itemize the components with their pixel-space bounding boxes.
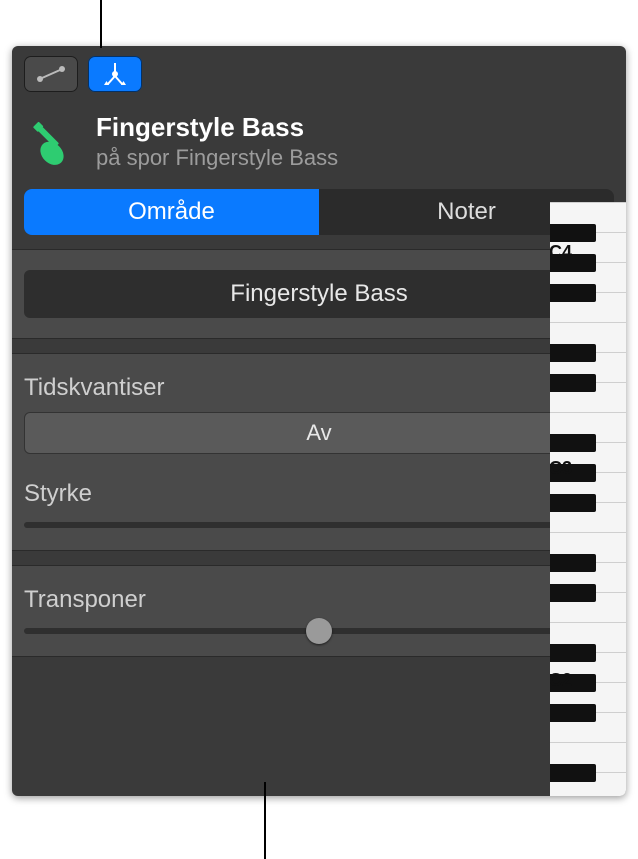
strength-slider[interactable]	[24, 522, 614, 528]
transpose-section: Transponer 0	[12, 565, 626, 657]
transpose-label: Transponer	[24, 586, 146, 614]
piano-label-c3: C3	[550, 458, 572, 479]
callout-line-bottom	[264, 782, 266, 859]
piano-label-c4: C4	[550, 242, 572, 263]
region-name-section: Fingerstyle Bass	[12, 249, 626, 339]
flex-toggle[interactable]	[88, 56, 142, 92]
transpose-thumb[interactable]	[306, 618, 332, 644]
callout-line-top	[100, 0, 102, 48]
region-title: Fingerstyle Bass	[96, 112, 338, 143]
inspector-panel: Fingerstyle Bass på spor Fingerstyle Bas…	[12, 46, 626, 796]
strength-label: Styrke	[24, 480, 92, 508]
key-area: C4 C3 C2	[550, 202, 626, 796]
piano-label-c2: C2	[550, 670, 572, 691]
inspector-tabs: Område Noter	[24, 189, 614, 235]
quantize-dropdown[interactable]: Av	[24, 412, 614, 454]
tab-region[interactable]: Område	[24, 189, 319, 235]
quantize-section: Tidskvantiser Av Styrke 100	[12, 353, 626, 551]
automation-toggle[interactable]	[24, 56, 78, 92]
quantize-label: Tidskvantiser	[24, 374, 614, 402]
strength-row: Styrke 100	[24, 480, 614, 528]
piano-ruler[interactable]: C4 C3 C2	[550, 202, 626, 796]
track-instrument-icon	[24, 114, 80, 170]
region-subtitle: på spor Fingerstyle Bass	[96, 145, 338, 171]
automation-icon	[35, 64, 67, 84]
flex-icon	[100, 63, 130, 85]
toolbar	[12, 46, 626, 98]
region-header: Fingerstyle Bass på spor Fingerstyle Bas…	[12, 98, 626, 189]
transpose-slider[interactable]	[24, 628, 614, 634]
region-name-field[interactable]: Fingerstyle Bass	[24, 270, 614, 318]
quantize-value: Av	[306, 420, 331, 446]
